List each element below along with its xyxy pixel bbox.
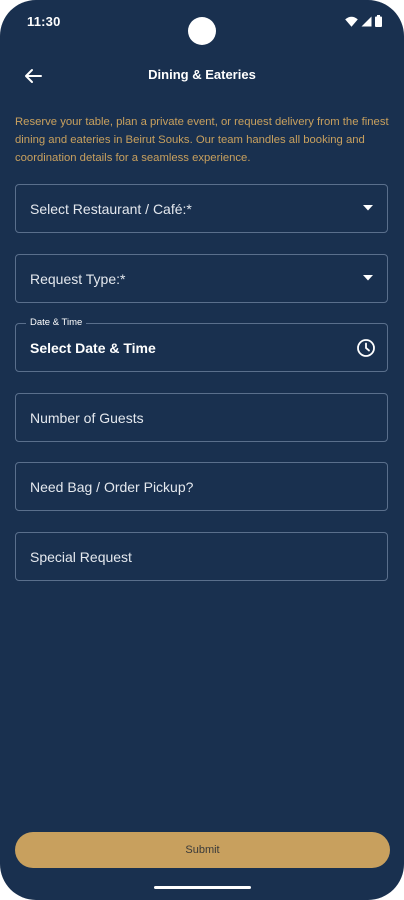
pickup-placeholder: Need Bag / Order Pickup? xyxy=(30,479,194,495)
status-time: 11:30 xyxy=(27,14,61,29)
dropdown-arrow-icon xyxy=(363,205,373,211)
date-time-value: Select Date & Time xyxy=(30,340,156,356)
restaurant-select[interactable]: Select Restaurant / Café:* xyxy=(15,184,388,233)
status-bar: 11:30 xyxy=(0,0,404,45)
guests-input[interactable]: Number of Guests xyxy=(15,393,388,442)
home-indicator[interactable] xyxy=(154,886,251,889)
guests-placeholder: Number of Guests xyxy=(30,410,144,426)
signal-icon xyxy=(361,16,372,26)
app-bar: Dining & Eateries xyxy=(0,56,404,96)
request-type-placeholder: Request Type:* xyxy=(30,271,126,287)
clock-icon[interactable] xyxy=(356,338,376,358)
request-type-select[interactable]: Request Type:* xyxy=(15,254,388,303)
dropdown-arrow-icon xyxy=(363,275,373,281)
special-request-input[interactable]: Special Request xyxy=(15,532,388,581)
battery-icon xyxy=(375,15,382,27)
camera-cutout xyxy=(188,17,216,45)
wifi-icon xyxy=(345,16,358,27)
restaurant-select-placeholder: Select Restaurant / Café:* xyxy=(30,201,192,217)
pickup-input[interactable]: Need Bag / Order Pickup? xyxy=(15,462,388,511)
date-time-label: Date & Time xyxy=(26,317,87,329)
special-request-placeholder: Special Request xyxy=(30,549,132,565)
app-screen: 11:30 Dining & Eateries Reserve your tab… xyxy=(0,0,404,900)
intro-text: Reserve your table, plan a private event… xyxy=(15,116,389,164)
status-icons xyxy=(345,15,382,27)
date-time-picker[interactable]: Date & Time Select Date & Time xyxy=(15,317,388,372)
page-title: Dining & Eateries xyxy=(148,67,256,82)
submit-button[interactable]: Submit xyxy=(15,832,390,868)
